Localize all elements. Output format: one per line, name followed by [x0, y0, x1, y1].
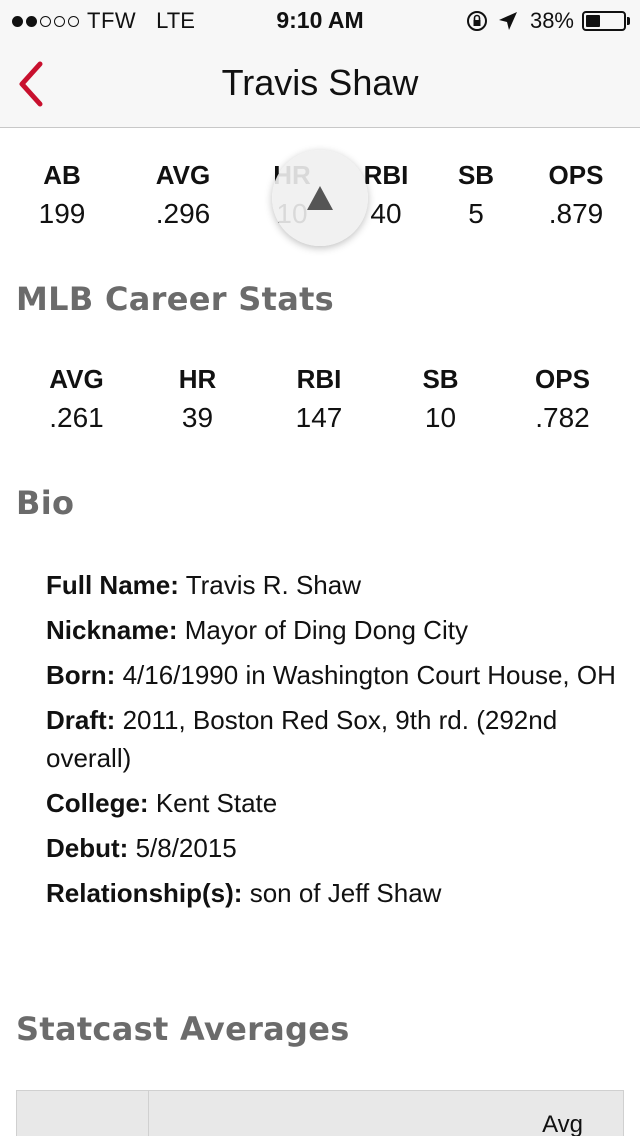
bio-value: Travis R. Shaw [185, 570, 361, 600]
bio-item-draft: Draft: 2011, Boston Red Sox, 9th rd. (29… [46, 701, 616, 777]
bio-key: Full Name: [46, 570, 179, 600]
career-stat-hr: HR 39 [137, 364, 258, 438]
stat-value: .879 [548, 198, 604, 229]
bio-value: Kent State [155, 788, 278, 818]
scroll-to-top-button[interactable] [272, 150, 368, 246]
bio-key: Born: [46, 660, 116, 690]
bio-value: son of Jeff Shaw [249, 878, 442, 908]
bio-item-debut: Debut: 5/8/2015 [46, 829, 616, 867]
career-stat-ops: OPS .782 [501, 364, 624, 438]
status-right: 38% [466, 8, 630, 34]
stat-label: SB [422, 364, 459, 394]
stat-avg: AVG .296 [124, 160, 242, 234]
stat-label: SB [457, 160, 495, 190]
statcast-title: Statcast Averages [16, 1010, 350, 1048]
statcast-table-header: Avg [16, 1090, 624, 1136]
battery-icon [582, 11, 630, 31]
stat-value: .261 [49, 402, 104, 433]
bio-key: Nickname: [46, 615, 178, 645]
bio-item-full-name: Full Name: Travis R. Shaw [46, 566, 616, 604]
stat-ab: AB 199 [14, 160, 110, 234]
bio-item-born: Born: 4/16/1990 in Washington Court Hous… [46, 656, 616, 694]
bio-item-relationships: Relationship(s): son of Jeff Shaw [46, 874, 616, 912]
location-arrow-icon [498, 12, 517, 30]
triangle-up-icon [307, 186, 333, 210]
bio-key: College: [46, 788, 149, 818]
career-stats-title: MLB Career Stats [16, 280, 335, 318]
battery-percent: 38% [529, 8, 574, 33]
stat-sb: SB 5 [436, 160, 516, 234]
stat-value: 10 [424, 402, 457, 433]
stat-value: .782 [535, 402, 590, 433]
bio-key: Debut: [46, 833, 129, 863]
career-stat-rbi: RBI 147 [258, 364, 380, 438]
statcast-header-avg: Avg [542, 1111, 583, 1136]
stat-value: 147 [295, 402, 343, 433]
bio-item-nickname: Nickname: Mayor of Ding Dong City [46, 611, 616, 649]
bio-key: Draft: [46, 705, 116, 735]
stat-value: 39 [181, 402, 214, 433]
stat-value: 199 [38, 198, 86, 229]
career-stat-sb: SB 10 [380, 364, 501, 438]
status-bar: TFW LTE 9:10 AM 38% [0, 0, 640, 40]
stat-label: RBI [296, 364, 342, 394]
bio-value: Mayor of Ding Dong City [184, 615, 468, 645]
bio-value: 4/16/1990 in Washington Court House, OH [122, 660, 616, 690]
stat-label: AVG [155, 160, 211, 190]
stat-label: HR [178, 364, 217, 394]
navigation-bar: Travis Shaw [0, 40, 640, 128]
stat-label: OPS [548, 160, 604, 190]
stat-label: AB [43, 160, 81, 190]
bio-value: 5/8/2015 [135, 833, 237, 863]
stat-label: AVG [49, 364, 104, 394]
orientation-lock-icon [466, 11, 487, 31]
stat-label: OPS [535, 364, 590, 394]
column-divider [148, 1091, 149, 1136]
stat-value: .296 [155, 198, 211, 229]
bio-item-college: College: Kent State [46, 784, 616, 822]
career-stat-avg: AVG .261 [16, 364, 137, 438]
bio-value: 2011, Boston Red Sox, 9th rd. (292nd ove… [46, 705, 558, 773]
page-title: Travis Shaw [221, 62, 419, 103]
bio-title: Bio [16, 484, 75, 522]
stat-ops: OPS .879 [526, 160, 626, 234]
bio-list: Full Name: Travis R. Shaw Nickname: Mayo… [46, 566, 616, 919]
bio-key: Relationship(s): [46, 878, 243, 908]
stat-value: 5 [468, 198, 484, 229]
career-stats: AVG .261 HR 39 RBI 147 SB 10 OPS .782 [16, 364, 624, 438]
